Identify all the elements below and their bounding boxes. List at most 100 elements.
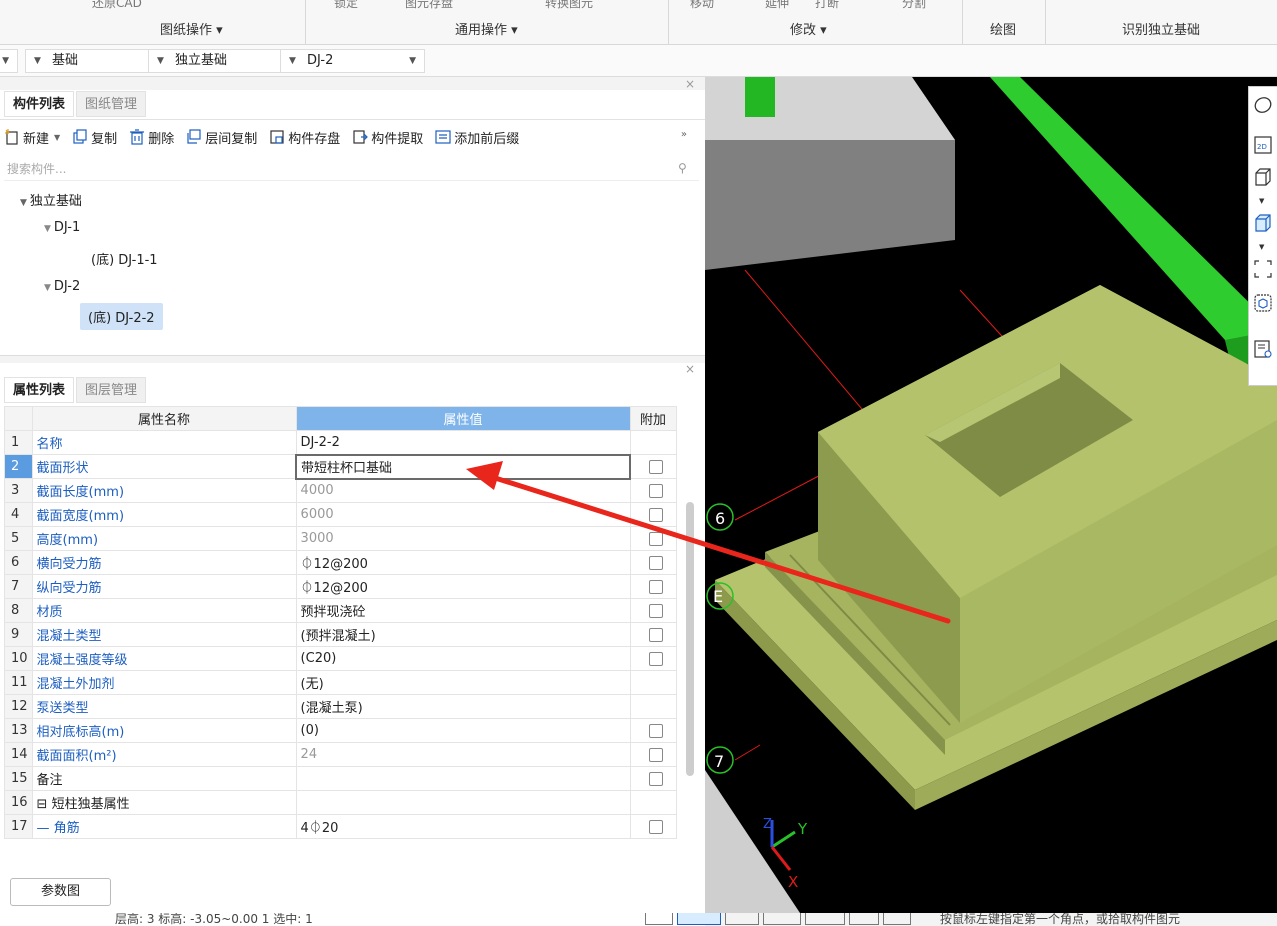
ribbon-move[interactable]: 移动 — [690, 0, 714, 11]
extra-checkbox[interactable] — [648, 579, 663, 594]
ribbon-split[interactable]: 分割 — [902, 0, 926, 11]
copy-button[interactable]: 复制 — [72, 128, 117, 147]
property-value[interactable]: (0) — [295, 718, 631, 743]
search-icon[interactable]: ⚲ — [678, 161, 687, 175]
header-property-value[interactable]: 属性值 — [295, 406, 631, 431]
table-row[interactable]: 13 相对底标高(m) (0) — [4, 718, 677, 743]
table-row[interactable]: 10 混凝土强度等级 (C20) — [4, 646, 677, 671]
group-common-ops[interactable]: 通用操作 ▾ — [455, 19, 518, 38]
3d-solid-icon[interactable] — [1253, 213, 1273, 233]
table-row[interactable]: 9 混凝土类型 (预拌混凝土) — [4, 622, 677, 647]
table-row[interactable]: 16 ⊟ 短柱独基属性 — [4, 790, 677, 815]
new-button[interactable]: 新建 ▼ — [4, 128, 60, 147]
property-value[interactable]: (预拌混凝土) — [295, 622, 631, 647]
table-row[interactable]: 12 泵送类型 (混凝土泵) — [4, 694, 677, 719]
tree-node-dj1-1[interactable]: (底) DJ-1-1 — [91, 249, 158, 268]
extra-checkbox[interactable] — [648, 555, 663, 570]
group-identify-foundation[interactable]: 识别独立基础 — [1122, 19, 1200, 38]
extra-checkbox[interactable] — [649, 459, 664, 474]
angle-toggle[interactable] — [763, 913, 801, 925]
table-row[interactable]: 5 高度(mm) 3000 — [4, 526, 677, 551]
table-row[interactable]: 14 截面面积(m²) 24 — [4, 742, 677, 767]
table-row[interactable]: 15 备注 — [4, 766, 677, 791]
ribbon-extend[interactable]: 延伸 — [765, 0, 789, 11]
more-tools-icon[interactable]: » — [681, 129, 687, 140]
property-value[interactable] — [295, 790, 631, 815]
header-extra[interactable]: 附加 — [629, 406, 677, 431]
property-value[interactable]: 带短柱杯口基础 — [295, 453, 632, 480]
ribbon-save-element[interactable]: 图元存盘 — [405, 0, 453, 11]
group-draw[interactable]: 绘图 — [990, 19, 1016, 38]
add-prefix-button[interactable]: 添加前后缀 — [435, 128, 519, 147]
extra-checkbox[interactable] — [648, 507, 663, 522]
property-value[interactable]: 4⏀20 — [295, 814, 631, 839]
extract-component-button[interactable]: 构件提取 — [352, 128, 423, 147]
type-select[interactable]: ▼ 独立基础 — [148, 49, 298, 73]
extra-checkbox[interactable] — [648, 531, 663, 546]
table-row[interactable]: 6 横向受力筋 ⏀12@200 — [4, 550, 677, 575]
extra-checkbox[interactable] — [648, 603, 663, 618]
category-select[interactable]: ▼ 基础 — [25, 49, 165, 73]
close-icon[interactable]: × — [685, 77, 695, 91]
extra-checkbox[interactable] — [648, 771, 663, 786]
floor-copy-button[interactable]: 层间复制 — [186, 128, 257, 147]
tree-node-root[interactable]: ▼ 独立基础 — [20, 190, 82, 209]
table-row[interactable]: 8 材质 预拌现浇砼 — [4, 598, 677, 623]
ribbon-break[interactable]: 打断 — [815, 0, 839, 11]
table-row[interactable]: 3 截面长度(mm) 4000 — [4, 478, 677, 503]
property-value[interactable]: (混凝土泵) — [295, 694, 631, 719]
floor-select[interactable]: ▼ — [0, 49, 18, 73]
save-toggle[interactable] — [849, 913, 879, 925]
pen-toggle[interactable] — [883, 913, 911, 925]
property-value[interactable]: 4000 — [295, 478, 631, 503]
tab-layer-manage[interactable]: 图层管理 — [76, 377, 147, 403]
tab-property-list[interactable]: 属性列表 — [4, 377, 75, 403]
property-value[interactable]: (无) — [295, 670, 631, 695]
delete-button[interactable]: 删除 — [129, 128, 174, 147]
property-value[interactable]: DJ-2-2 — [295, 430, 631, 455]
save-component-button[interactable]: 构件存盘 — [269, 128, 340, 147]
property-scrollbar[interactable] — [686, 502, 694, 776]
ortho-toggle[interactable] — [677, 913, 721, 925]
property-value[interactable] — [295, 766, 631, 791]
property-value[interactable]: 预拌现浇砼 — [295, 598, 631, 623]
header-property-name[interactable]: 属性名称 — [31, 406, 297, 431]
tree-node-dj1[interactable]: ▼ DJ-1 — [44, 220, 80, 235]
cross-toggle[interactable] — [725, 913, 759, 925]
tree-node-dj2-2[interactable]: (底) DJ-2-2 — [80, 303, 163, 330]
extra-checkbox[interactable] — [648, 723, 663, 738]
property-value[interactable]: (C20) — [295, 646, 631, 671]
region-select-icon[interactable] — [1253, 259, 1273, 279]
table-row[interactable]: 11 混凝土外加剂 (无) — [4, 670, 677, 695]
perp-toggle[interactable] — [805, 913, 845, 925]
chevron-down-icon[interactable]: ▼ — [1259, 243, 1264, 251]
group-modify[interactable]: 修改 ▾ — [790, 19, 827, 38]
table-row[interactable]: 17— 角筋 4⏀20 — [4, 814, 677, 839]
extra-checkbox[interactable] — [648, 483, 663, 498]
2d-view-icon[interactable]: 2D — [1253, 135, 1273, 155]
orbit-icon[interactable] — [1253, 95, 1273, 115]
extra-checkbox[interactable] — [648, 819, 663, 834]
tab-drawing-manage[interactable]: 图纸管理 — [76, 91, 147, 117]
extra-checkbox[interactable] — [648, 747, 663, 762]
property-value[interactable]: 6000 — [295, 502, 631, 527]
table-row[interactable]: 4 截面宽度(mm) 6000 — [4, 502, 677, 527]
layer-view-icon[interactable] — [1253, 339, 1273, 359]
tree-node-dj2[interactable]: ▼ DJ-2 — [44, 279, 80, 294]
extra-checkbox[interactable] — [648, 651, 663, 666]
property-value[interactable]: 3000 — [295, 526, 631, 551]
3d-viewport[interactable]: 6 E 7 Y Z X — [705, 77, 1277, 913]
ribbon-restore-cad[interactable]: 还原CAD — [92, 0, 142, 11]
group-drawing-ops[interactable]: 图纸操作 ▾ — [160, 19, 223, 38]
3d-box-icon[interactable] — [1253, 167, 1273, 187]
param-diagram-button[interactable]: 参数图 — [10, 878, 111, 906]
ribbon-lock[interactable]: 锁定 — [334, 0, 358, 11]
component-select[interactable]: ▼ DJ-2 ▼ — [280, 49, 425, 73]
property-value[interactable]: ⏀12@200 — [295, 550, 631, 575]
table-row[interactable]: 2 截面形状 带短柱杯口基础 — [4, 453, 677, 480]
view-cube-icon[interactable] — [1253, 293, 1273, 313]
snap-toggle[interactable] — [645, 913, 673, 925]
chevron-down-icon[interactable]: ▼ — [1259, 197, 1264, 205]
ribbon-convert[interactable]: 转换图元 — [545, 0, 593, 11]
property-value[interactable]: 24 — [295, 742, 631, 767]
